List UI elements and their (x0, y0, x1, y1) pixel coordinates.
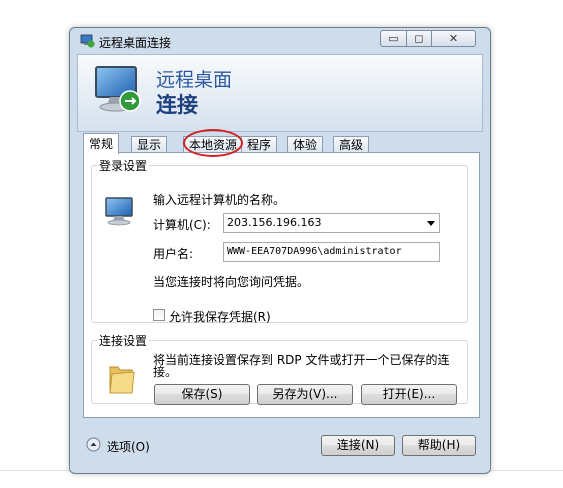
rdp-window: 远程桌面连接 ▭ ◻ ✕ 远程桌面 连接 常规 显示 本地资源 程序 体验 高级… (69, 27, 491, 474)
banner-title-line2: 连接 (156, 93, 198, 117)
tab-local-resources[interactable]: 本地资源 (183, 136, 244, 153)
window-controls: ▭ ◻ ✕ (380, 30, 480, 49)
save-credentials-checkbox[interactable] (153, 309, 165, 321)
general-tab-panel: 登录设置 输入远程计算机的名称。 计算机(C): 203.156.196.163… (83, 152, 480, 418)
banner-title-line1: 远程桌面 (156, 69, 233, 91)
tab-programs[interactable]: 程序 (241, 136, 278, 153)
save-button[interactable]: 保存(S) (154, 384, 250, 405)
username-label: 用户名: (153, 247, 194, 261)
save-credentials-label[interactable]: 允许我保存凭据(R) (169, 308, 271, 325)
connection-settings-group: 连接设置 将当前连接设置保存到 RDP 文件或打开一个已保存的连接。 保存(S)… (91, 332, 468, 405)
close-button[interactable]: ✕ (431, 30, 476, 47)
computer-icon (105, 197, 133, 226)
connect-button[interactable]: 连接(N) (321, 435, 395, 456)
computer-select[interactable]: 203.156.196.163 (223, 213, 440, 233)
save-as-button[interactable]: 另存为(V)... (257, 384, 353, 405)
maximize-icon: ◻ (414, 32, 424, 45)
connection-settings-legend: 连接设置 (99, 334, 148, 348)
window-title: 远程桌面连接 (99, 36, 172, 50)
folder-icon (109, 366, 135, 394)
maximize-button[interactable]: ◻ (406, 30, 432, 47)
minimize-icon: ▭ (388, 32, 399, 45)
options-expand-icon[interactable] (86, 437, 101, 452)
login-settings-legend: 登录设置 (99, 159, 148, 173)
tab-strip: 常规 显示 本地资源 程序 体验 高级 (83, 133, 483, 154)
computer-label: 计算机(C): (153, 218, 211, 232)
close-icon: ✕ (448, 32, 459, 45)
open-button[interactable]: 打开(E)... (361, 384, 457, 405)
tab-display[interactable]: 显示 (131, 136, 168, 153)
minimize-button[interactable]: ▭ (380, 30, 407, 47)
help-button[interactable]: 帮助(H) (402, 435, 476, 456)
chevron-down-icon (427, 221, 435, 226)
computer-select-value: 203.156.196.163 (227, 216, 322, 229)
title-bar[interactable]: 远程桌面连接 ▭ ◻ ✕ (70, 28, 490, 54)
tab-advanced[interactable]: 高级 (333, 136, 370, 153)
monitor-connect-icon (95, 66, 141, 112)
header-banner: 远程桌面 连接 (77, 54, 483, 132)
tab-general[interactable]: 常规 (83, 133, 120, 154)
tab-experience[interactable]: 体验 (287, 136, 324, 153)
remote-desktop-app-icon (80, 34, 95, 48)
login-instruction: 输入远程计算机的名称。 (153, 193, 286, 207)
connection-description: 将当前连接设置保存到 RDP 文件或打开一个已保存的连接。 (153, 353, 450, 379)
username-field[interactable]: WWW-EEA707DA996\administrator (223, 242, 440, 262)
options-toggle-label[interactable]: 选项(O) (107, 438, 150, 455)
login-settings-group: 登录设置 输入远程计算机的名称。 计算机(C): 203.156.196.163… (91, 157, 468, 325)
credential-note: 当您连接时将向您询问凭据。 (153, 275, 310, 289)
